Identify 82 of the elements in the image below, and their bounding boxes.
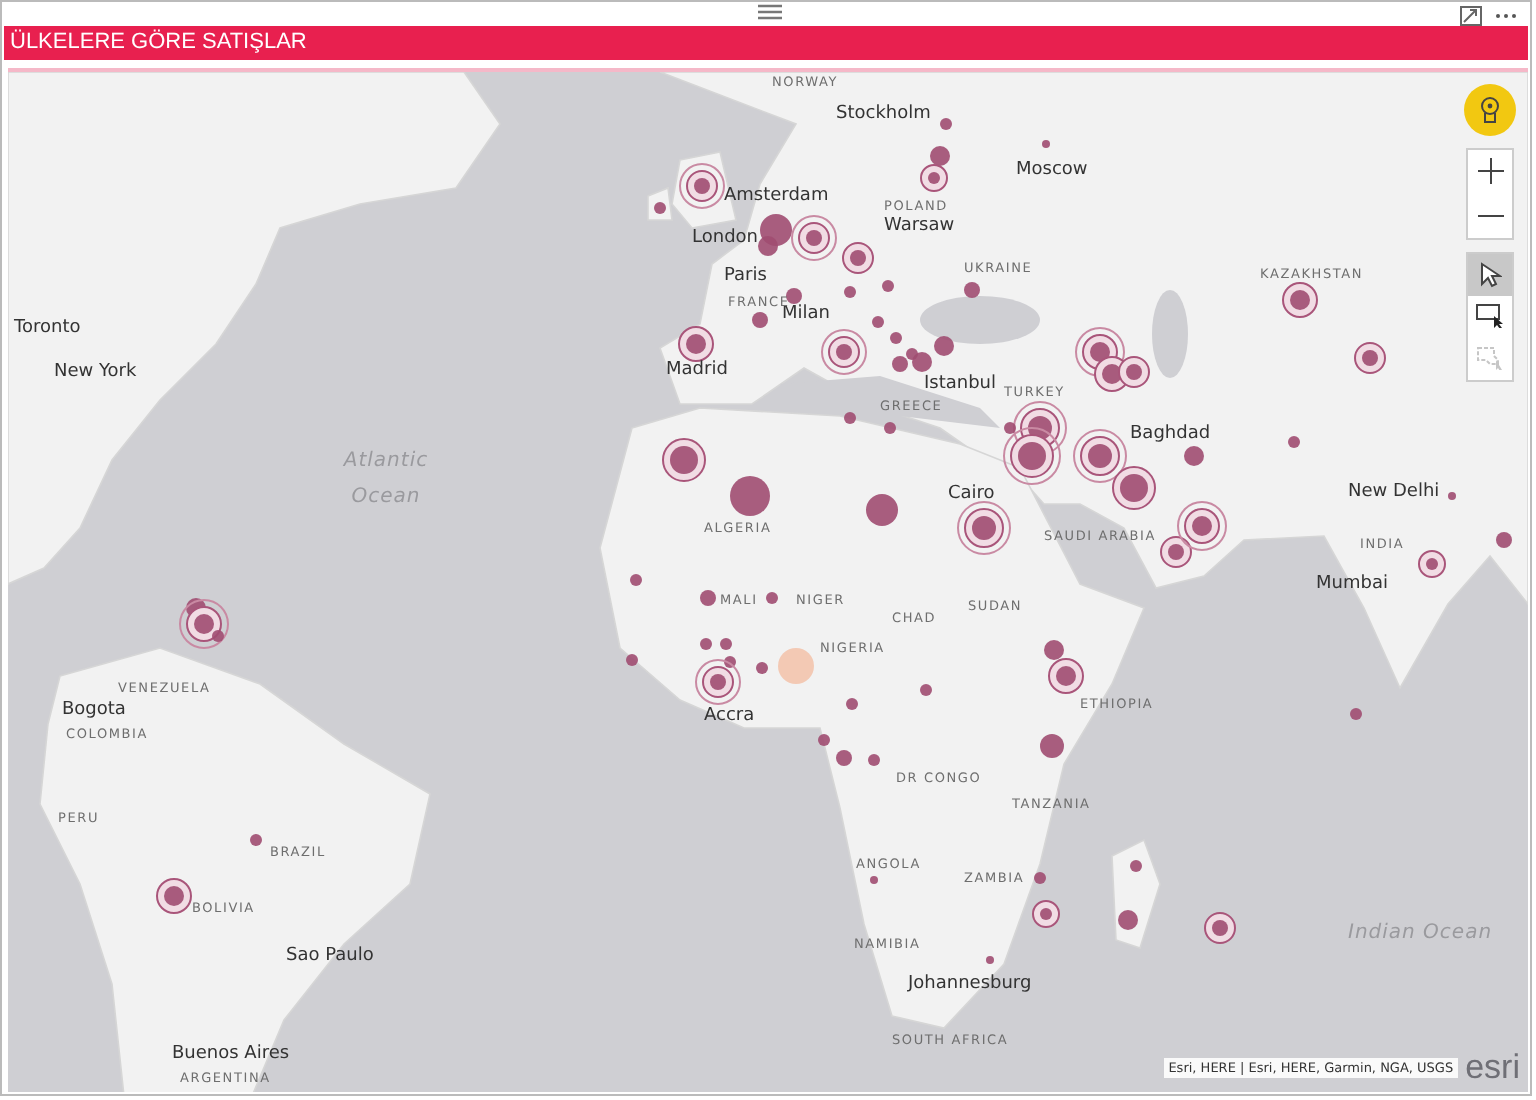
- sales-bubble: [1354, 341, 1386, 374]
- visual-title: ÜLKELERE GÖRE SATIŞLAR: [10, 30, 307, 55]
- sales-bubble: [250, 833, 262, 846]
- city-label: Johannesburg: [908, 973, 1032, 996]
- sales-bubble: [1204, 911, 1236, 944]
- sales-bubble: [882, 279, 894, 292]
- city-label: Paris: [724, 265, 767, 288]
- sales-bubble: [730, 475, 770, 516]
- sales-bubble: [957, 500, 1011, 555]
- city-label: Accra: [704, 705, 755, 728]
- sales-bubble: [1130, 859, 1142, 872]
- city-label: Sao Paulo: [286, 945, 374, 968]
- sales-bubble: [678, 325, 714, 362]
- sales-bubble: [866, 493, 898, 526]
- rectangle-select-icon: [1476, 304, 1504, 329]
- sales-bubble: [920, 683, 932, 696]
- sales-bubble: [1448, 491, 1456, 500]
- sales-bubble: [870, 875, 878, 884]
- sales-bubble: [786, 287, 802, 304]
- sales-bubble: [1040, 733, 1064, 758]
- city-label: Toronto: [14, 317, 81, 340]
- sales-bubble: [778, 647, 814, 684]
- city-label: New York: [54, 361, 137, 384]
- sales-bubble: [1042, 139, 1050, 148]
- sales-bubble: [930, 145, 950, 166]
- sales-bubble: [868, 753, 880, 766]
- sales-bubble: [844, 285, 856, 298]
- sales-bubble: [156, 877, 192, 914]
- pointer-select-button[interactable]: [1468, 253, 1512, 296]
- city-label: Cairo: [948, 483, 995, 506]
- sales-bubble: [1073, 428, 1127, 483]
- city-label: Moscow: [1016, 159, 1088, 182]
- city-label: Milan: [782, 303, 830, 326]
- sales-bubble: [844, 411, 856, 424]
- sales-bubble: [1282, 281, 1318, 318]
- minus-icon: [1477, 213, 1503, 218]
- plus-icon: [1477, 158, 1503, 185]
- city-label: Madrid: [666, 359, 728, 382]
- city-label: Mumbai: [1316, 573, 1388, 596]
- sales-bubble: [821, 328, 867, 375]
- city-label: Stockholm: [836, 103, 931, 126]
- sales-bubble: [662, 437, 706, 482]
- city-label: Buenos Aires: [172, 1043, 290, 1066]
- sales-bubble: [1288, 435, 1300, 448]
- inland-sea: [920, 295, 1040, 344]
- city-label: Bogota: [62, 699, 126, 722]
- award-icon: [1478, 95, 1502, 124]
- city-label: Istanbul: [924, 373, 997, 396]
- sales-bubble: [626, 653, 638, 666]
- sales-bubble: [1112, 465, 1156, 510]
- sales-bubble: [1034, 871, 1046, 884]
- city-label: London: [692, 227, 758, 250]
- sales-bubble: [1496, 531, 1512, 548]
- sales-bubble: [1184, 445, 1204, 466]
- sales-bubble: [766, 591, 778, 604]
- sales-bubble: [842, 241, 874, 274]
- city-label: Baghdad: [1130, 423, 1211, 446]
- sales-bubble: [756, 661, 768, 674]
- sales-bubble: [1118, 909, 1138, 930]
- city-label: Amsterdam: [724, 185, 829, 208]
- sales-bubble: [679, 162, 725, 209]
- focus-mode-icon[interactable]: [1460, 6, 1482, 26]
- more-options-icon[interactable]: [1494, 12, 1518, 20]
- sales-bubble: [752, 311, 768, 328]
- sales-bubble: [884, 421, 896, 434]
- sales-bubble: [654, 201, 666, 214]
- sales-bubble: [1350, 707, 1362, 720]
- sales-bubble: [986, 955, 994, 964]
- sales-bubble: [700, 589, 716, 606]
- drag-handle-icon[interactable]: [758, 4, 782, 20]
- sales-bubble: [964, 281, 980, 298]
- lasso-select-icon: [1476, 346, 1504, 371]
- sales-bubble: [940, 117, 952, 130]
- sales-bubble: [846, 697, 858, 710]
- city-label: New Delhi: [1348, 481, 1440, 504]
- sales-bubble: [934, 335, 954, 356]
- map-logo: esri: [1465, 1050, 1520, 1084]
- cursor-icon: [1479, 261, 1501, 288]
- sales-bubble: [630, 573, 642, 586]
- city-label: Warsaw: [884, 215, 955, 238]
- inland-sea: [1152, 289, 1188, 378]
- sales-bubble: [1032, 899, 1060, 928]
